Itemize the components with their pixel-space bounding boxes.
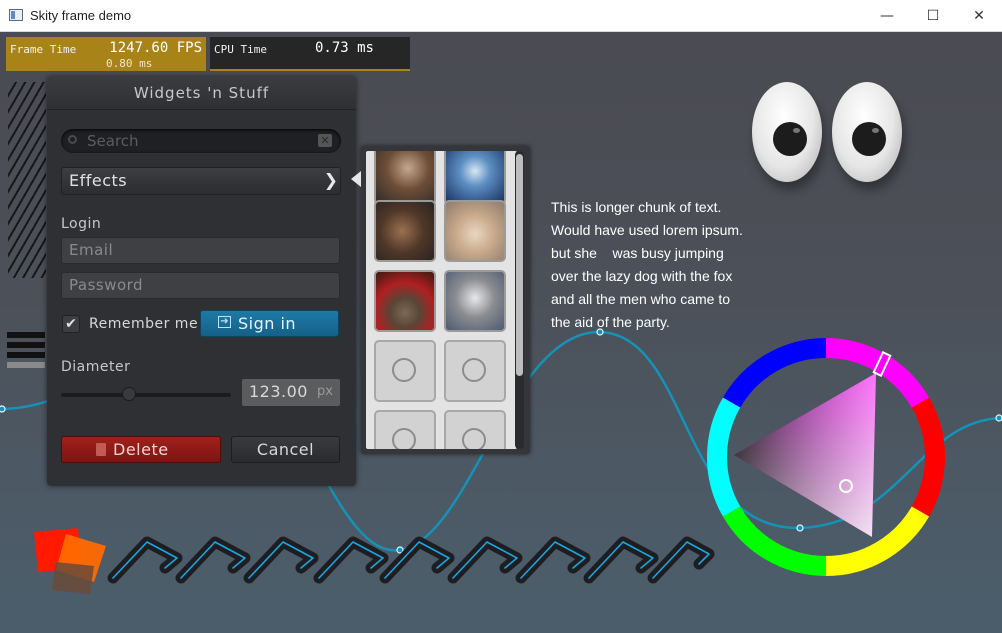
widgets-panel: Widgets 'n Stuff Search ✕ Effects ❯ Logi… bbox=[47, 77, 356, 486]
thumbnail-empty[interactable] bbox=[374, 340, 436, 402]
effects-label: Effects bbox=[69, 171, 128, 190]
paragraph-line: but she was busy jumping bbox=[551, 245, 724, 261]
paragraph-text: This is longer chunk of text. Would have… bbox=[551, 196, 771, 334]
chevron-right-icon: ❯ bbox=[323, 171, 338, 191]
thumbnail-empty[interactable] bbox=[374, 410, 436, 449]
eye-left bbox=[752, 82, 822, 182]
effects-dropdown[interactable]: Effects ❯ bbox=[61, 167, 341, 195]
paragraph-line: Would have used lorem ipsum. bbox=[551, 222, 743, 238]
diameter-slider-track[interactable] bbox=[61, 393, 231, 397]
join-glyph bbox=[313, 536, 389, 584]
cancel-label: Cancel bbox=[256, 440, 315, 459]
window-title: Skity frame demo bbox=[30, 8, 132, 23]
close-icon[interactable]: ✕ bbox=[318, 134, 332, 147]
pupil-right bbox=[852, 122, 886, 156]
line-join-demo bbox=[107, 536, 715, 584]
paragraph-line: over the lazy dog with the fox bbox=[551, 268, 733, 284]
remember-me-checkbox[interactable]: ✔ bbox=[62, 315, 80, 333]
join-glyph bbox=[515, 536, 591, 584]
diameter-number-input[interactable]: 123.00 px bbox=[242, 379, 340, 406]
join-glyph bbox=[243, 536, 319, 584]
diameter-label: Diameter bbox=[61, 359, 131, 375]
paragraph-line: This is longer chunk of text. bbox=[551, 199, 722, 215]
eye-right bbox=[832, 82, 902, 182]
popup-scrollbar-thumb[interactable] bbox=[516, 154, 523, 376]
color-wheel[interactable] bbox=[706, 337, 946, 577]
frame-time-label: Frame Time bbox=[10, 43, 77, 56]
thumbnail-bunny[interactable] bbox=[444, 200, 506, 262]
search-input[interactable]: Search ✕ bbox=[61, 129, 341, 153]
join-glyph bbox=[583, 536, 659, 584]
diameter-slider-knob[interactable] bbox=[122, 387, 136, 401]
join-glyph bbox=[175, 536, 251, 584]
cpu-time-label: CPU Time bbox=[214, 43, 267, 56]
minimize-button[interactable]: — bbox=[864, 0, 910, 32]
thumbnail-kitten-hat[interactable] bbox=[374, 270, 436, 332]
close-button[interactable]: ✕ bbox=[956, 0, 1002, 32]
cpu-time-value: 0.73 ms bbox=[314, 40, 374, 56]
popup-arrow bbox=[351, 171, 361, 187]
diameter-unit: px bbox=[317, 384, 333, 399]
password-placeholder: Password bbox=[69, 276, 144, 294]
paragraph-line: the aid of the party. bbox=[551, 314, 670, 330]
join-glyph bbox=[107, 536, 183, 584]
curve-control-point[interactable] bbox=[0, 405, 6, 413]
stacked-lines-icon bbox=[7, 332, 45, 372]
frame-time-meter: Frame Time 1247.60 FPS 0.80 ms bbox=[6, 37, 206, 71]
pupil-left bbox=[773, 122, 807, 156]
thumbnail-empty[interactable] bbox=[444, 340, 506, 402]
thumbnail-kitten-gray[interactable] bbox=[444, 270, 506, 332]
search-icon bbox=[68, 135, 77, 144]
email-placeholder: Email bbox=[69, 241, 114, 259]
frame-time-value: 1247.60 FPS bbox=[109, 40, 202, 56]
panel-title: Widgets 'n Stuff bbox=[47, 77, 356, 110]
overlapping-squares bbox=[34, 528, 106, 594]
login-icon: ➜ bbox=[218, 316, 231, 328]
login-section-label: Login bbox=[61, 216, 102, 232]
join-glyph bbox=[379, 536, 455, 584]
delete-button[interactable]: Delete bbox=[61, 436, 221, 463]
join-glyph bbox=[647, 536, 715, 584]
password-field[interactable]: Password bbox=[61, 272, 340, 299]
cancel-button[interactable]: Cancel bbox=[231, 436, 340, 463]
thumbnail-boar[interactable] bbox=[374, 200, 436, 262]
curve-control-point[interactable] bbox=[995, 414, 1002, 422]
trash-icon bbox=[96, 443, 106, 456]
paragraph-line: and all the men who came to bbox=[551, 291, 730, 307]
image-grid bbox=[366, 151, 517, 449]
cpu-time-meter: CPU Time 0.73 ms bbox=[210, 37, 410, 71]
join-glyph bbox=[447, 536, 523, 584]
thumbnail-empty[interactable] bbox=[444, 410, 506, 449]
hatch-pattern bbox=[8, 82, 46, 278]
thumbnail-pig[interactable] bbox=[374, 151, 436, 205]
sign-in-button[interactable]: ➜ Sign in bbox=[200, 310, 339, 337]
image-picker-popup bbox=[351, 146, 530, 454]
email-field[interactable]: Email bbox=[61, 237, 340, 264]
search-placeholder: Search bbox=[87, 132, 139, 150]
saturation-triangle[interactable] bbox=[734, 373, 876, 537]
remember-me-label: Remember me bbox=[89, 316, 199, 332]
maximize-button[interactable]: ☐ bbox=[910, 0, 956, 32]
sign-in-label: Sign in bbox=[238, 314, 297, 333]
app-icon bbox=[9, 9, 23, 21]
thumbnail-jellyfish[interactable] bbox=[444, 151, 506, 205]
diameter-value: 123.00 bbox=[249, 382, 308, 401]
title-bar: Skity frame demo — ☐ ✕ bbox=[0, 0, 1002, 32]
frame-time-ms: 0.80 ms bbox=[106, 57, 153, 70]
delete-label: Delete bbox=[113, 440, 169, 459]
